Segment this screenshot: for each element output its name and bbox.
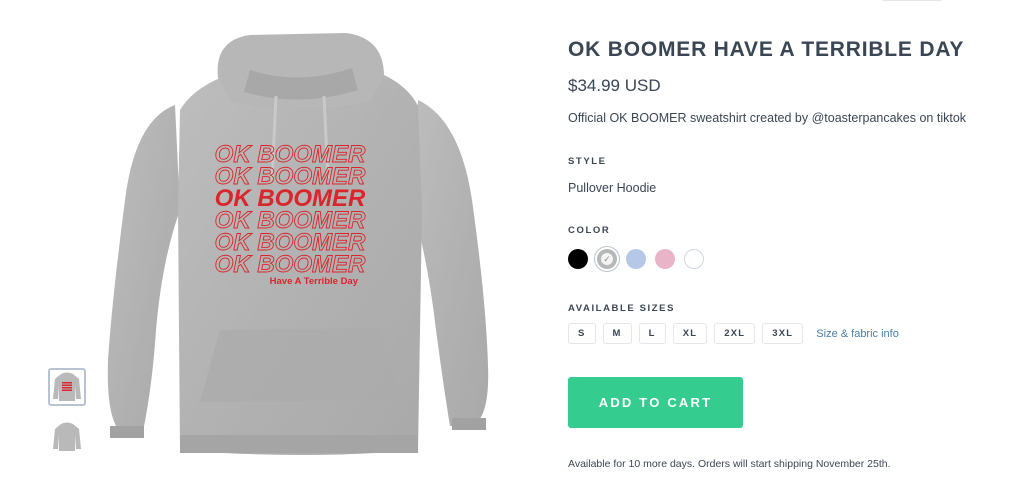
size-button-xl[interactable]: XL: [672, 323, 708, 344]
size-guide-link[interactable]: Size & fabric info: [816, 328, 899, 340]
check-icon: ✓: [601, 253, 613, 265]
swatch-heather-grey[interactable]: ✓: [597, 249, 617, 269]
hoodie-illustration: OK BOOMER OK BOOMER OK BOOMER OK BOOMER …: [107, 33, 489, 455]
swatch-pink[interactable]: [655, 249, 675, 269]
swatch-light-blue[interactable]: [626, 249, 646, 269]
product-description: Official OK BOOMER sweatshirt created by…: [568, 111, 967, 125]
header-divider: [882, 0, 942, 1]
graphic-outline-line-5: OK BOOMER: [215, 251, 366, 278]
hoodie-back-thumbnail-icon: [53, 422, 81, 451]
thumbnail-front[interactable]: [48, 368, 86, 406]
hoodie-front-thumbnail-icon: [53, 372, 81, 401]
add-to-cart-button[interactable]: ADD TO CART: [568, 377, 743, 428]
color-label: COLOR: [568, 225, 611, 236]
style-value: Pullover Hoodie: [568, 181, 657, 195]
thumbnail-list: [48, 368, 88, 468]
style-label: STYLE: [568, 156, 607, 167]
product-title: OK BOOMER HAVE A TERRIBLE DAY: [568, 38, 965, 61]
size-button-s[interactable]: S: [568, 323, 596, 344]
size-button-l[interactable]: L: [638, 323, 666, 344]
color-swatches: ✓: [568, 249, 704, 269]
product-price: $34.99 USD: [568, 76, 661, 95]
swatch-white[interactable]: [684, 249, 704, 269]
thumbnail-back[interactable]: [48, 418, 86, 456]
graphic-tagline: Have A Terrible Day: [270, 276, 359, 287]
size-button-2xl[interactable]: 2XL: [714, 323, 756, 344]
size-button-m[interactable]: M: [602, 323, 632, 344]
availability-notice: Available for 10 more days. Orders will …: [568, 458, 891, 470]
swatch-black[interactable]: [568, 249, 588, 269]
size-button-3xl[interactable]: 3XL: [762, 323, 804, 344]
sizes-label: AVAILABLE SIZES: [568, 303, 676, 314]
product-image: OK BOOMER OK BOOMER OK BOOMER OK BOOMER …: [100, 30, 500, 460]
size-options: S M L XL 2XL 3XL Size & fabric info: [568, 323, 899, 344]
